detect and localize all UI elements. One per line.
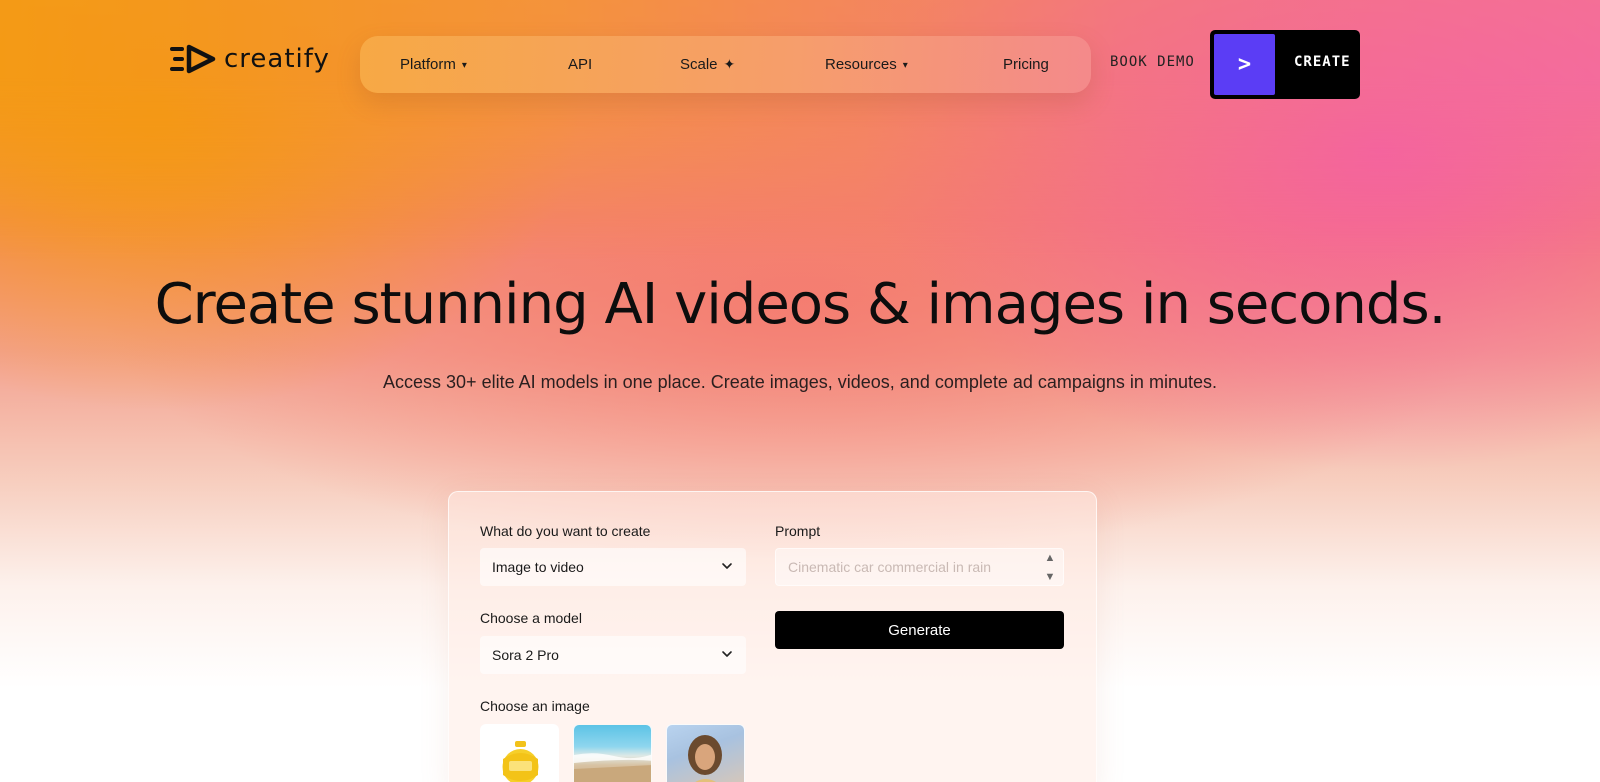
image-option-product[interactable] bbox=[480, 724, 559, 782]
model-value: Sora 2 Pro bbox=[492, 647, 559, 663]
beach-image bbox=[574, 753, 651, 782]
chevron-right-icon: > bbox=[1214, 34, 1275, 95]
nav-item-scale[interactable]: Scale ✦ bbox=[680, 36, 735, 93]
prompt-label: Prompt bbox=[775, 523, 821, 539]
nav-item-label: Resources bbox=[825, 56, 897, 73]
chevron-down-icon: ▾ bbox=[461, 60, 467, 71]
model-select[interactable]: Sora 2 Pro bbox=[480, 636, 746, 674]
nav-item-label: API bbox=[568, 56, 593, 73]
create-button[interactable]: > CREATE bbox=[1210, 30, 1360, 99]
brand-name: creatify bbox=[224, 44, 330, 74]
triangle-up-icon[interactable]: ▲ bbox=[1045, 553, 1056, 564]
nav-item-label: Pricing bbox=[1003, 56, 1049, 73]
create-button-label: CREATE bbox=[1294, 54, 1351, 70]
create-type-select[interactable]: Image to video bbox=[480, 548, 746, 586]
generate-button[interactable]: Generate bbox=[775, 611, 1064, 649]
create-type-label: What do you want to create bbox=[480, 523, 651, 539]
brand-logo[interactable]: creatify bbox=[170, 44, 330, 74]
book-demo-link[interactable]: BOOK DEMO bbox=[1110, 54, 1195, 70]
nav-item-pricing[interactable]: Pricing bbox=[1003, 36, 1049, 93]
nav-item-api[interactable]: API bbox=[568, 36, 592, 93]
hero-title: Create stunning AI videos & images in se… bbox=[154, 272, 1447, 337]
nav-item-label: Platform bbox=[400, 56, 456, 73]
nav-item-platform[interactable]: Platform ▾ bbox=[400, 36, 467, 93]
triangle-down-icon[interactable]: ▼ bbox=[1045, 572, 1056, 583]
sparkle-icon: ✦ bbox=[723, 56, 736, 72]
creatify-logo-icon bbox=[170, 44, 216, 74]
image-label: Choose an image bbox=[480, 698, 590, 714]
chevron-down-icon bbox=[722, 651, 732, 657]
image-option-beach[interactable] bbox=[573, 724, 652, 782]
prompt-field[interactable]: ▲ ▼ bbox=[775, 548, 1064, 586]
create-type-value: Image to video bbox=[492, 559, 584, 575]
nav-item-resources[interactable]: Resources ▾ bbox=[825, 36, 908, 93]
model-label: Choose a model bbox=[480, 610, 582, 626]
prompt-stepper[interactable]: ▲ ▼ bbox=[1041, 553, 1059, 583]
image-option-portrait[interactable] bbox=[666, 724, 745, 782]
main-nav: Platform ▾ API Scale ✦ Resources ▾ Prici… bbox=[360, 36, 1091, 93]
hero-subtitle: Access 30+ elite AI models in one place.… bbox=[383, 372, 1217, 392]
nav-item-label: Scale bbox=[680, 56, 718, 73]
prompt-input[interactable] bbox=[776, 549, 1063, 585]
woman-portrait-image bbox=[688, 735, 722, 782]
product-bottle-image bbox=[502, 741, 539, 782]
chevron-down-icon: ▾ bbox=[902, 60, 908, 71]
chevron-down-icon bbox=[722, 563, 732, 569]
